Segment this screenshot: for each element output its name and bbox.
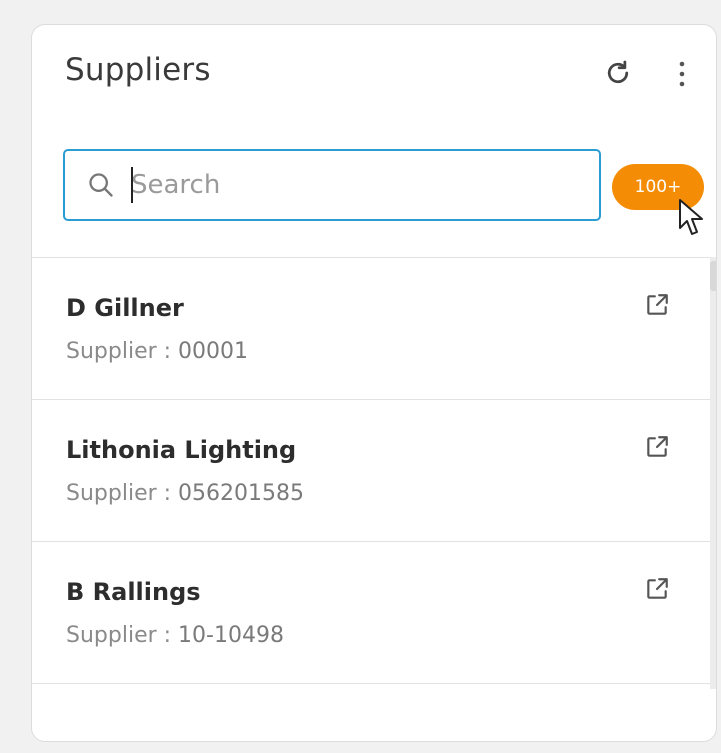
supplier-row[interactable]: D Gillner Supplier : 00001 [32,258,716,400]
text-caret [131,167,133,203]
supplier-id: 00001 [178,339,249,364]
panel-title: Suppliers [65,52,211,88]
list-scrollbar[interactable] [710,257,716,689]
results-count-badge[interactable]: 100+ [612,164,704,210]
external-link-icon[interactable] [644,434,670,460]
supplier-id-prefix: Supplier : [66,339,179,364]
supplier-id-prefix: Supplier : [66,481,179,506]
supplier-name: B Rallings [66,578,201,606]
supplier-name: Lithonia Lighting [66,436,297,464]
supplier-row[interactable]: B Rallings Supplier : 10-10498 [32,542,716,684]
refresh-icon[interactable] [603,58,633,88]
suppliers-panel: Suppliers 100+ D Gillner Supplier : 0000… [31,24,717,742]
more-vertical-icon[interactable] [670,58,694,90]
search-input[interactable] [131,161,571,209]
supplier-id-line: Supplier : 056201585 [66,481,304,506]
supplier-id-line: Supplier : 00001 [66,339,248,364]
external-link-icon[interactable] [644,292,670,318]
supplier-row[interactable]: Lithonia Lighting Supplier : 056201585 [32,400,716,542]
panel-header: Suppliers [32,25,716,125]
external-link-icon[interactable] [644,576,670,602]
supplier-list: D Gillner Supplier : 00001 Lithonia Ligh… [32,257,716,688]
supplier-id-line: Supplier : 10-10498 [66,623,284,648]
search-field[interactable] [63,149,601,221]
scrollbar-thumb[interactable] [710,261,716,291]
supplier-id: 10-10498 [178,623,284,648]
search-icon [89,173,113,197]
supplier-id-prefix: Supplier : [66,623,179,648]
supplier-id: 056201585 [178,481,305,506]
supplier-name: D Gillner [66,294,184,322]
